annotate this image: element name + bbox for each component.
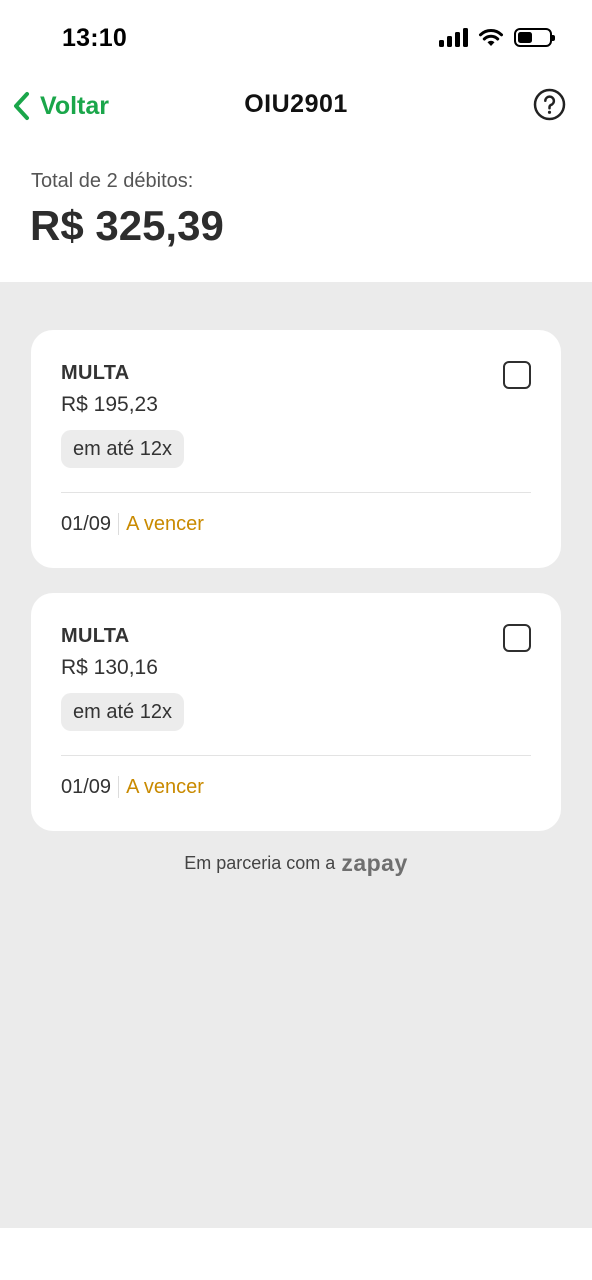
battery-icon — [514, 27, 555, 47]
summary-label: Total de 2 débitos: — [31, 170, 194, 192]
summary-total: R$ 325,39 — [30, 202, 224, 249]
divider — [61, 492, 531, 493]
debit-footer: 01/09 A vencer — [61, 511, 204, 537]
wifi-icon — [479, 29, 503, 46]
cellular-signal-icon — [439, 27, 468, 47]
installments-badge: em até 12x — [61, 430, 184, 468]
due-date: 01/09 — [61, 775, 112, 798]
debit-card[interactable]: MULTA R$ 130,16 em até 12x 01/09 A vence… — [31, 593, 561, 831]
debit-footer: 01/09 A vencer — [61, 774, 204, 800]
status-icons — [439, 27, 555, 47]
debit-status: A vencer — [126, 775, 204, 798]
zapay-logo: zapay — [341, 850, 408, 876]
debit-amount: R$ 195,23 — [61, 393, 158, 416]
nav-bar: Voltar OIU2901 — [0, 78, 592, 134]
help-icon[interactable] — [533, 88, 566, 121]
debits-summary: Total de 2 débitos: R$ 325,39 — [0, 134, 592, 282]
status-bar: 13:10 — [0, 0, 592, 78]
debit-amount: R$ 130,16 — [61, 656, 158, 679]
debit-card[interactable]: MULTA R$ 195,23 em até 12x 01/09 A vence… — [31, 330, 561, 568]
partner-text: Em parceria com a — [184, 853, 336, 873]
debits-list: MULTA R$ 195,23 em até 12x 01/09 A vence… — [0, 282, 592, 1228]
status-time: 13:10 — [62, 24, 127, 52]
partner-footer: Em parceria com a zapay — [0, 850, 592, 877]
debit-type: MULTA — [61, 362, 130, 384]
page-title: OIU2901 — [244, 90, 348, 118]
debit-status: A vencer — [126, 512, 204, 535]
separator — [118, 776, 120, 798]
divider — [61, 755, 531, 756]
separator — [118, 513, 120, 535]
debit-checkbox[interactable] — [503, 361, 531, 389]
debit-type: MULTA — [61, 625, 130, 647]
debit-checkbox[interactable] — [503, 624, 531, 652]
installments-badge: em até 12x — [61, 693, 184, 731]
due-date: 01/09 — [61, 512, 112, 535]
